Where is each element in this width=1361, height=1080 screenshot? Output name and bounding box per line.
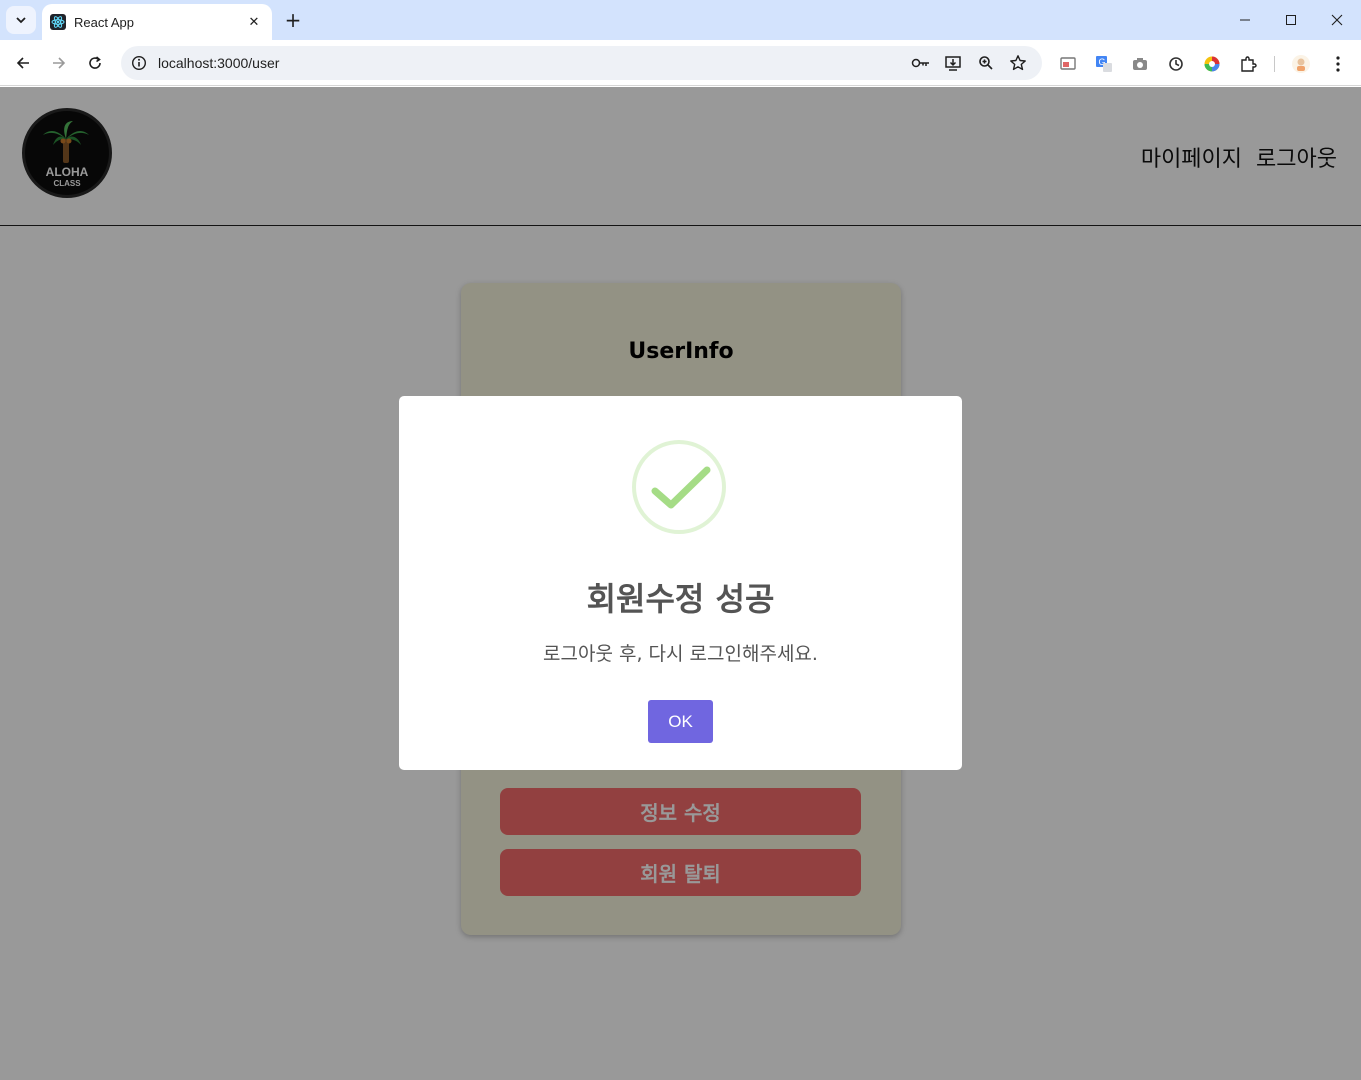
address-bar[interactable]: localhost:3000/user bbox=[121, 46, 1042, 80]
new-tab-button[interactable]: + bbox=[280, 6, 306, 34]
success-check-icon bbox=[632, 440, 726, 534]
ok-button[interactable]: OK bbox=[648, 700, 713, 743]
profile-avatar-icon[interactable] bbox=[1290, 53, 1312, 75]
camera-extension-icon[interactable] bbox=[1129, 53, 1151, 75]
reload-button[interactable] bbox=[80, 48, 110, 78]
back-button[interactable] bbox=[8, 48, 38, 78]
toolbar-separator bbox=[1274, 56, 1275, 72]
bookmark-star-icon[interactable] bbox=[1008, 53, 1028, 73]
maximize-icon bbox=[1286, 15, 1296, 25]
minimize-icon bbox=[1240, 19, 1250, 21]
forward-button[interactable] bbox=[44, 48, 74, 78]
translate-extension-icon[interactable]: G bbox=[1093, 53, 1115, 75]
dialog-title: 회원수정 성공 bbox=[586, 580, 775, 618]
browser-menu-icon[interactable] bbox=[1327, 53, 1349, 75]
close-window-button[interactable] bbox=[1314, 0, 1360, 40]
tab-search-button[interactable] bbox=[6, 6, 36, 34]
password-key-icon[interactable] bbox=[911, 53, 931, 73]
install-app-icon[interactable] bbox=[943, 53, 963, 73]
tab-title: React App bbox=[74, 14, 134, 30]
chevron-down-icon bbox=[16, 17, 26, 24]
minimize-button[interactable] bbox=[1222, 0, 1268, 40]
color-picker-extension-icon[interactable] bbox=[1201, 53, 1223, 75]
maximize-button[interactable] bbox=[1268, 0, 1314, 40]
success-dialog: 회원수정 성공 로그아웃 후, 다시 로그인해주세요. OK bbox=[399, 396, 962, 770]
extensions-puzzle-icon[interactable] bbox=[1237, 53, 1259, 75]
react-icon bbox=[50, 14, 66, 30]
close-icon bbox=[1331, 14, 1343, 26]
reload-icon bbox=[89, 56, 101, 69]
browser-tab-bar: React App ✕ + bbox=[0, 0, 1361, 40]
dialog-message: 로그아웃 후, 다시 로그인해주세요. bbox=[543, 643, 818, 665]
tab-close-icon[interactable]: ✕ bbox=[246, 15, 262, 30]
arrow-right-icon bbox=[53, 57, 66, 69]
browser-tab[interactable]: React App ✕ bbox=[42, 4, 272, 40]
zoom-icon[interactable] bbox=[976, 53, 996, 73]
browser-toolbar: localhost:3000/user G bbox=[0, 40, 1361, 86]
sync-extension-icon[interactable] bbox=[1165, 53, 1187, 75]
url-text[interactable]: localhost:3000/user bbox=[158, 55, 279, 71]
cast-extension-icon[interactable] bbox=[1057, 53, 1079, 75]
arrow-left-icon bbox=[16, 57, 29, 69]
site-info-icon[interactable] bbox=[129, 53, 149, 73]
